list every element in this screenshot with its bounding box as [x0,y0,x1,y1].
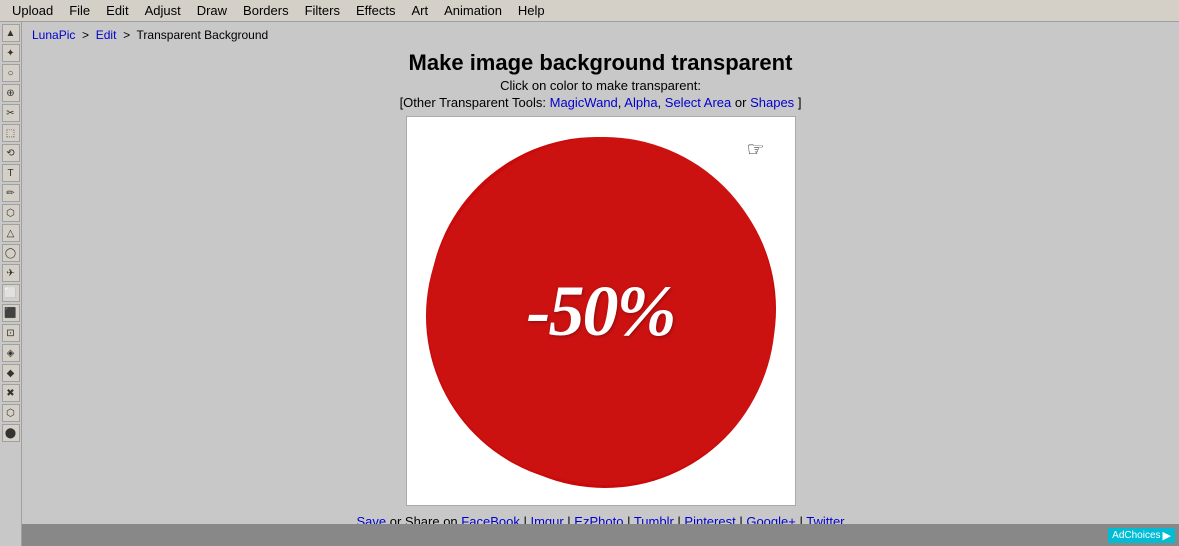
page-title-area: Make image background transparent Click … [32,50,1169,110]
menubar: Upload File Edit Adjust Draw Borders Fil… [0,0,1179,22]
breadcrumb-lunapic[interactable]: LunaPic [32,28,75,42]
breadcrumb-current: Transparent Background [137,28,269,42]
menu-effects[interactable]: Effects [348,1,404,20]
menu-filters[interactable]: Filters [297,1,348,20]
tool-crosshair[interactable]: ⊕ [2,84,20,102]
breadcrumb: LunaPic > Edit > Transparent Background [32,28,1169,42]
main-content: LunaPic > Edit > Transparent Background … [22,22,1179,546]
menu-adjust[interactable]: Adjust [137,1,189,20]
tools-line: [Other Transparent Tools: MagicWand, Alp… [32,95,1169,110]
page-title: Make image background transparent [32,50,1169,76]
ad-choices-icon: ▶ [1163,529,1171,542]
menu-draw[interactable]: Draw [189,1,235,20]
tool-arrow[interactable]: ▲ [2,24,20,42]
link-magic-wand[interactable]: MagicWand [550,95,618,110]
menu-help[interactable]: Help [510,1,553,20]
menu-art[interactable]: Art [403,1,436,20]
circle-text: -50% [527,270,675,353]
ad-choices[interactable]: AdChoices ▶ [1108,528,1175,543]
cursor-icon: ☞ [747,137,765,162]
tool-text[interactable]: T [2,164,20,182]
tool-hex[interactable]: ⬡ [2,204,20,222]
breadcrumb-edit[interactable]: Edit [96,28,117,42]
menu-borders[interactable]: Borders [235,1,297,20]
menu-edit[interactable]: Edit [98,1,136,20]
tool-selection[interactable]: ⬚ [2,124,20,142]
tool-dot[interactable]: ⬤ [2,424,20,442]
tool-triangle[interactable]: △ [2,224,20,242]
image-canvas[interactable]: -50% ☞ [406,116,796,506]
link-select-area[interactable]: Select Area [665,95,732,110]
menu-file[interactable]: File [61,1,98,20]
tool-diamond[interactable]: ◈ [2,344,20,362]
ad-bar: AdChoices ▶ [22,524,1179,546]
menu-upload[interactable]: Upload [4,1,61,20]
tool-circle[interactable]: ○ [2,64,20,82]
tool-hex2[interactable]: ⬡ [2,404,20,422]
menu-animation[interactable]: Animation [436,1,510,20]
tool-oval[interactable]: ◯ [2,244,20,262]
tool-fill[interactable]: ⬛ [2,304,20,322]
red-circle: -50% [436,146,766,476]
ad-choices-label: AdChoices [1112,530,1160,541]
page-subtitle: Click on color to make transparent: [32,78,1169,93]
tool-plane[interactable]: ✈ [2,264,20,282]
tool-rotate[interactable]: ⟲ [2,144,20,162]
tool-pencil[interactable]: ✏ [2,184,20,202]
tool-star[interactable]: ✦ [2,44,20,62]
tool-scissors[interactable]: ✂ [2,104,20,122]
tool-rect-outline[interactable]: ⬜ [2,284,20,302]
left-toolbar: ▲ ✦ ○ ⊕ ✂ ⬚ ⟲ T ✏ ⬡ △ ◯ ✈ ⬜ ⬛ ⊡ ◈ ◆ ✖ ⬡ … [0,22,22,546]
tool-close[interactable]: ✖ [2,384,20,402]
tool-grid[interactable]: ⊡ [2,324,20,342]
tool-diamond2[interactable]: ◆ [2,364,20,382]
link-shapes[interactable]: Shapes [750,95,794,110]
link-alpha[interactable]: Alpha [624,95,657,110]
